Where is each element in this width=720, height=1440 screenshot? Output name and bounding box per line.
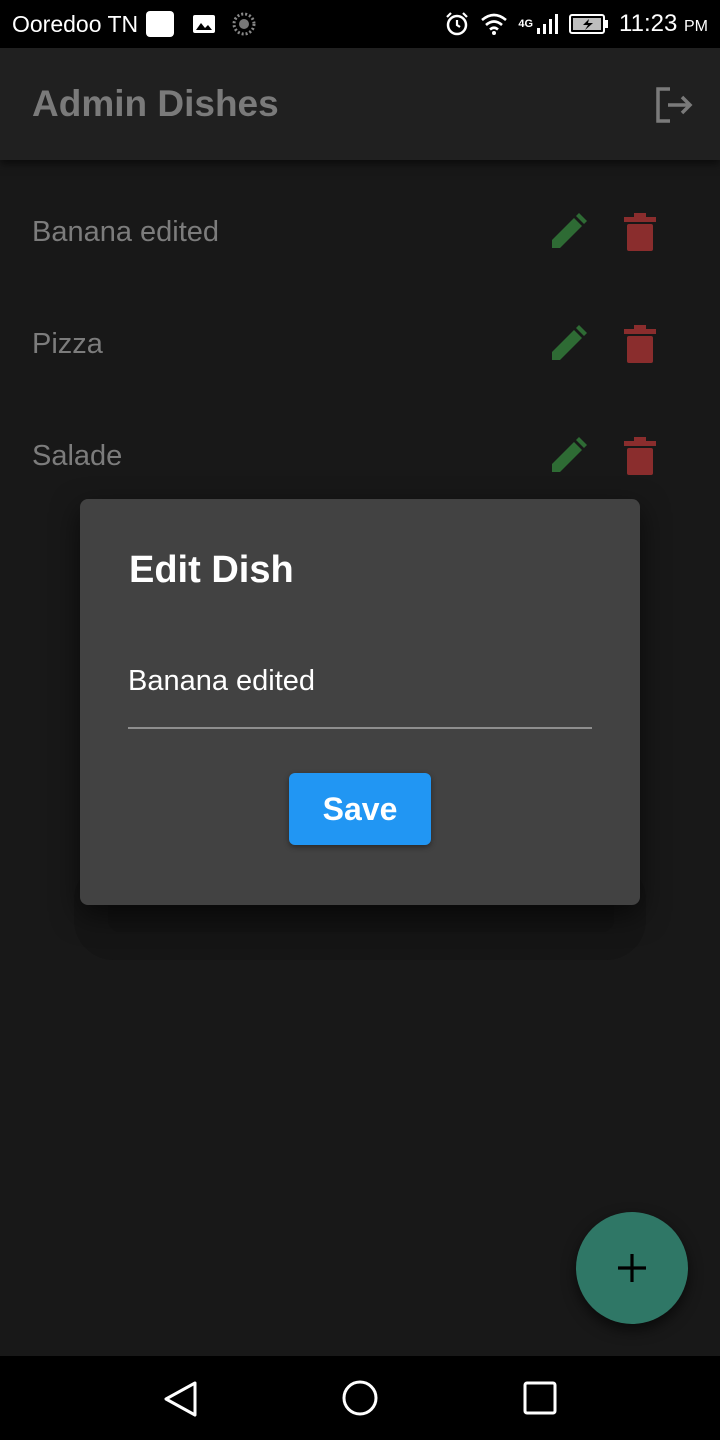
back-icon[interactable] — [162, 1380, 198, 1418]
recent-apps-icon[interactable] — [523, 1381, 557, 1415]
clock: 11:23 PM — [619, 10, 708, 37]
page-title: Admin Dishes — [32, 83, 279, 124]
dialog-title: Edit Dish — [129, 549, 294, 591]
edit-dish-dialog: Edit Dish Save — [80, 499, 640, 905]
carrier-name: Ooredoo TN — [12, 10, 139, 37]
home-icon[interactable] — [342, 1380, 378, 1416]
plus-icon — [618, 1254, 646, 1282]
dish-name: Pizza — [32, 327, 103, 360]
list-item: Salade — [0, 400, 720, 512]
network-type: 4G — [518, 18, 534, 30]
battery-charging-icon — [569, 14, 609, 34]
logout-icon[interactable] — [654, 86, 694, 124]
spinner-icon — [232, 12, 256, 36]
signal-icon — [537, 14, 559, 34]
edit-icon[interactable] — [548, 324, 588, 364]
edit-icon[interactable] — [548, 212, 588, 252]
wifi-icon — [481, 13, 508, 35]
delete-icon[interactable] — [624, 325, 656, 363]
gallery-icon — [193, 15, 216, 33]
system-nav-bar — [0, 1356, 720, 1440]
app-bar: Admin Dishes — [0, 48, 720, 160]
edit-icon[interactable] — [548, 436, 588, 476]
alarm-icon — [446, 12, 469, 36]
list-item: Banana edited — [0, 176, 720, 288]
dish-name-input[interactable] — [128, 657, 592, 729]
dish-name: Salade — [32, 439, 123, 472]
app-square-icon — [146, 11, 175, 37]
list-item: Pizza — [0, 288, 720, 400]
delete-icon[interactable] — [624, 437, 656, 475]
dish-name: Banana edited — [32, 215, 220, 248]
add-dish-button[interactable] — [576, 1212, 688, 1324]
status-bar: Ooredoo TN 4G 11:23 PM — [0, 0, 720, 48]
delete-icon[interactable] — [624, 213, 656, 251]
save-button[interactable]: Save — [289, 773, 431, 845]
